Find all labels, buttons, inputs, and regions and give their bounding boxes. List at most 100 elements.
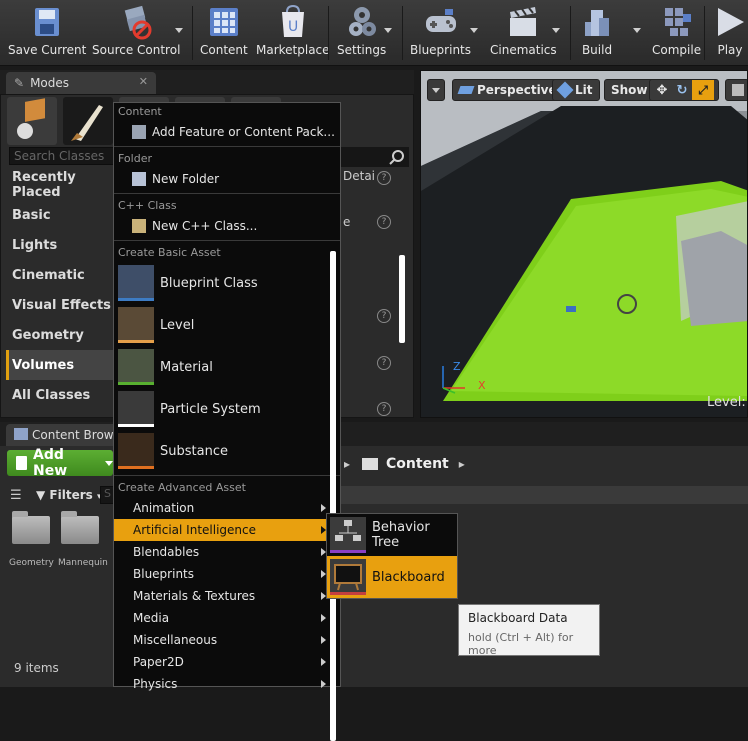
add-new-button[interactable]: Add New [7,447,113,479]
blueprint-class-icon [118,265,154,301]
build-dropdown-icon[interactable] [633,28,641,33]
cinematics-button[interactable]: Cinematics [490,4,557,64]
substance-item[interactable]: Substance [114,430,340,472]
filters-button[interactable]: ▼ Filters ▾ [36,488,102,502]
translate-icon[interactable]: ✥ [652,83,672,98]
content-browser-icon [14,428,28,440]
toolbar-separator [704,6,705,60]
search-button[interactable] [339,147,409,167]
scale-icon[interactable]: ⤢ [692,80,714,100]
source-control-label: Source Control [92,43,181,57]
blackboard-item[interactable]: Blackboard [327,556,457,598]
content-pack-icon [132,125,146,139]
particle-system-item[interactable]: Particle System [114,388,340,430]
submenu-materials-textures[interactable]: Materials & Textures [114,585,340,607]
main-toolbar: Save Current Source Control Content U Ma… [0,0,748,66]
blueprint-class-item[interactable]: Blueprint Class [114,262,340,304]
help-icon[interactable]: ? [377,356,391,370]
submenu-label: Blueprints [133,567,195,581]
behavior-tree-item[interactable]: Behavior Tree [327,514,457,556]
category-visual-effects[interactable]: Visual Effects [6,290,114,320]
submenu-artificial-intelligence[interactable]: Artificial Intelligence [114,519,340,541]
level-viewport[interactable]: Perspective Lit Show ✥ ↻ ⤢ Z X Level: [420,70,748,418]
folder-tile[interactable]: Geometry [9,511,54,568]
cinematics-icon [510,7,537,36]
submenu-media[interactable]: Media [114,607,340,629]
blueprints-dropdown-icon[interactable] [470,28,478,33]
lit-label: Lit [575,83,593,97]
category-geometry[interactable]: Geometry [6,320,114,350]
new-cpp-class-item[interactable]: New C++ Class... [114,215,340,237]
save-current-label: Save Current [8,43,87,57]
blackboard-icon [330,559,366,595]
svg-text:U: U [288,19,298,35]
marketplace-button[interactable]: U Marketplace [256,4,330,64]
category-basic[interactable]: Basic [6,200,114,230]
modes-tab[interactable]: ✎ Modes ✕ [6,72,156,94]
help-icon[interactable]: ? [377,402,391,416]
chevron-down-icon [432,87,440,93]
substance-label: Substance [160,443,228,459]
view-options-icon[interactable]: ☰ [10,488,22,503]
submenu-blendables[interactable]: Blendables [114,541,340,563]
source-control-dropdown-icon[interactable] [175,28,183,33]
play-button[interactable]: Play [712,4,748,64]
submenu-label: Animation [133,501,195,515]
content-button[interactable]: Content [200,4,248,64]
menu-scrollbar[interactable] [330,251,336,741]
help-icon[interactable]: ? [377,215,391,229]
tooltip-title: Blackboard Data [468,611,568,625]
source-control-button[interactable]: Source Control [92,4,180,64]
path-content-label[interactable]: Content [386,456,449,472]
submenu-blueprints[interactable]: Blueprints [114,563,340,585]
folder-name: Geometry [9,558,54,568]
folder-tile[interactable]: Mannequin [58,511,108,568]
compile-button[interactable]: Compile [652,4,701,64]
settings-dropdown-icon[interactable] [384,28,392,33]
paint-mode-icon[interactable] [63,97,113,145]
modes-scrollbar[interactable] [399,255,405,343]
submenu-physics[interactable]: Physics [114,673,340,695]
category-volumes[interactable]: Volumes [6,350,114,380]
folder-icon [12,511,50,544]
add-new-menu: Content Add Feature or Content Pack... F… [113,102,341,741]
surface-snapping-button[interactable] [725,79,747,101]
rotate-icon[interactable]: ↻ [672,83,692,98]
new-asset-icon [16,456,27,470]
save-current-button[interactable]: Save Current [8,4,86,64]
search-classes-input[interactable]: Search Classes [9,147,115,165]
submenu-paper2d[interactable]: Paper2D [114,651,340,673]
category-lights[interactable]: Lights [6,230,114,260]
cinematics-dropdown-icon[interactable] [552,28,560,33]
perspective-button[interactable]: Perspective [452,79,564,101]
folder-icon [61,511,99,544]
category-all-classes[interactable]: All Classes [6,380,114,410]
viewport-options-button[interactable] [427,79,445,101]
level-item[interactable]: Level [114,304,340,346]
new-folder-item[interactable]: New Folder [114,168,340,190]
content-browser-tab[interactable]: Content Brows [6,424,126,446]
blueprints-button[interactable]: Blueprints [410,4,471,64]
settings-button[interactable]: Settings [337,4,386,64]
build-button[interactable]: Build [579,4,615,64]
help-icon[interactable]: ? [377,171,391,185]
show-button[interactable]: Show [604,79,655,101]
close-icon[interactable]: ✕ [139,75,148,88]
lit-button[interactable]: Lit [552,79,600,101]
add-new-label: Add New [33,447,68,479]
material-label: Material [160,359,213,375]
show-label: Show [611,83,648,97]
place-mode-icon[interactable] [7,97,57,145]
submenu-miscellaneous[interactable]: Miscellaneous [114,629,340,651]
category-cinematic[interactable]: Cinematic [6,260,114,290]
add-feature-item[interactable]: Add Feature or Content Pack... [114,121,340,143]
behavior-tree-icon [330,517,366,553]
material-item[interactable]: Material [114,346,340,388]
transform-tools: ✥ ↻ ⤢ [649,79,719,101]
help-icon[interactable]: ? [377,309,391,323]
tooltip-hint: hold (Ctrl + Alt) for more [468,631,574,657]
category-recently-placed[interactable]: Recently Placed [6,170,114,200]
submenu-animation[interactable]: Animation [114,497,340,519]
path-arrow-icon[interactable]: ▸ [459,457,465,471]
new-cpp-class-label: New C++ Class... [152,219,258,233]
